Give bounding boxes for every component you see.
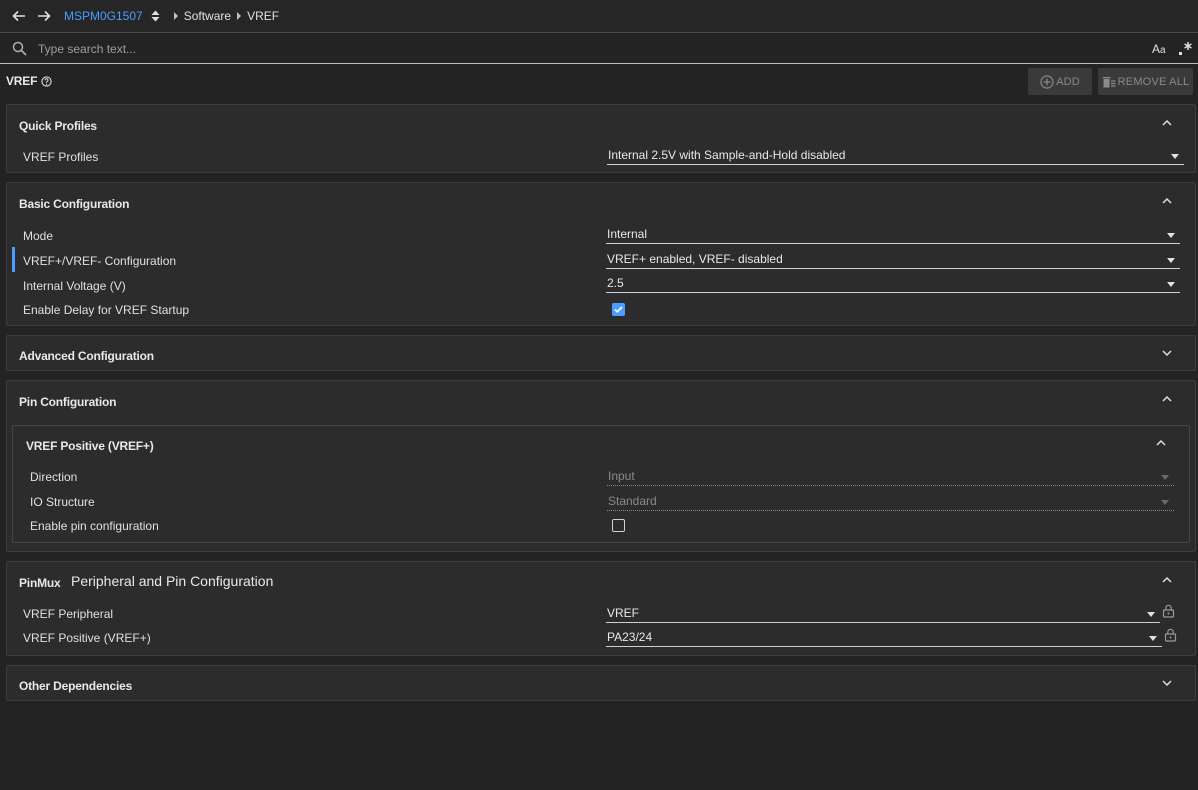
section-subtitle: Peripheral and Pin Configuration [71,573,274,589]
row-label-vref-positive: VREF Positive (VREF+) [23,631,151,645]
chevron-down-icon [1147,612,1155,617]
section-title[interactable]: Basic Configuration [19,197,129,211]
select-internal-voltage[interactable]: 2.5 [606,275,1180,293]
select-value: 2.5 [607,276,624,290]
row-label-vref-profiles: VREF Profiles [23,150,99,164]
match-case-button[interactable]: Aa [1152,42,1166,56]
chevron-up-icon[interactable] [1155,437,1167,449]
regex-icon[interactable] [1176,39,1194,57]
select-vref-peripheral[interactable]: VREF [606,605,1160,623]
device-switch-button[interactable] [151,10,160,22]
section-advanced-configuration: Advanced Configuration [6,335,1196,371]
chevron-down-icon[interactable] [1161,677,1173,689]
section-title[interactable]: Other Dependencies [19,679,132,693]
chevron-up-icon[interactable] [1161,195,1173,207]
top-navigation-bar: MSPM0G1507 Software VREF [0,0,1198,33]
up-down-icon [151,10,160,22]
section-pin-configuration: Pin Configuration VREF Positive (VREF+) … [6,380,1196,552]
chevron-down-icon [1161,500,1169,505]
match-case-icon: A [1152,42,1161,56]
help-icon[interactable] [41,75,52,87]
select-io-structure: Standard [607,493,1174,511]
select-value: VREF+ enabled, VREF- disabled [607,252,783,266]
chevron-down-icon [1167,233,1175,238]
row-label-vref-configuration: VREF+/VREF- Configuration [23,254,177,268]
chevron-up-icon[interactable] [1161,117,1173,129]
page-title: VREF [6,74,52,88]
section-basic-configuration: Basic Configuration Mode Internal VREF+/… [6,182,1196,326]
select-vref-positive-pin[interactable]: PA23/24 [606,629,1162,647]
select-vref-configuration[interactable]: VREF+ enabled, VREF- disabled [606,251,1180,269]
modified-indicator [12,247,15,272]
select-vref-profiles[interactable]: Internal 2.5V with Sample-and-Hold disab… [607,147,1184,165]
section-title[interactable]: Pin Configuration [19,395,116,409]
row-label-internal-voltage: Internal Voltage (V) [23,279,126,293]
row-label-mode: Mode [23,229,54,243]
breadcrumb-separator [237,12,242,20]
page-title-text: VREF [6,74,38,88]
match-case-icon-small: a [1160,45,1166,56]
breadcrumb-item-software[interactable]: Software [184,9,231,23]
select-direction: Input [607,468,1174,486]
device-selector[interactable]: MSPM0G1507 [64,9,143,23]
chevron-up-icon[interactable] [1161,393,1173,405]
section-title[interactable]: PinMux [19,576,61,590]
remove-all-button-label: REMOVE ALL [1117,75,1190,88]
remove-all-button[interactable]: REMOVE ALL [1098,68,1193,95]
section-title[interactable]: Advanced Configuration [19,349,154,363]
breadcrumb-item-vref[interactable]: VREF [247,9,279,23]
row-label-vref-peripheral: VREF Peripheral [23,607,114,621]
row-label-enable-delay: Enable Delay for VREF Startup [23,303,190,317]
checkmark-icon [614,306,623,314]
arrow-left-icon [12,10,25,22]
search-icon [12,41,27,56]
chevron-down-icon [1167,282,1175,287]
chevron-down-icon [1149,636,1157,641]
add-circle-icon [1040,74,1054,89]
subsection-title[interactable]: VREF Positive (VREF+) [26,439,154,453]
add-button[interactable]: ADD [1028,68,1092,95]
row-label-enable-pin-configuration: Enable pin configuration [30,519,159,533]
section-quick-profiles: Quick Profiles VREF Profiles Internal 2.… [6,104,1196,173]
checkbox-enable-delay[interactable] [612,303,625,316]
select-value: Input [608,469,635,483]
remove-all-icon [1102,76,1116,87]
lock-icon[interactable] [1162,604,1175,618]
select-value: VREF [607,606,640,620]
add-button-label: ADD [1056,75,1080,88]
select-value: Internal 2.5V with Sample-and-Hold disab… [608,148,846,162]
row-label-io-structure: IO Structure [30,495,95,509]
chevron-down-icon [1171,154,1179,159]
section-title[interactable]: Quick Profiles [19,119,97,133]
subsection-vref-positive: VREF Positive (VREF+) Direction Input IO… [12,425,1190,543]
search-bar: Aa [0,34,1198,64]
back-button[interactable] [8,5,30,27]
chevron-down-icon [1167,258,1175,263]
chevron-down-icon[interactable] [1161,347,1173,359]
select-value: Standard [608,494,657,508]
select-value: PA23/24 [607,630,653,644]
select-value: Internal [607,227,648,241]
arrow-right-icon [38,10,51,22]
forward-button[interactable] [33,5,55,27]
section-pinmux: PinMux Peripheral and Pin Configuration … [6,561,1196,656]
section-other-dependencies: Other Dependencies [6,665,1196,701]
breadcrumb-separator [173,12,178,20]
row-label-direction: Direction [30,470,78,484]
select-mode[interactable]: Internal [606,226,1180,244]
chevron-up-icon[interactable] [1161,574,1173,586]
chevron-down-icon [1161,475,1169,480]
checkbox-enable-pin-configuration[interactable] [612,519,625,532]
search-input[interactable] [38,40,1118,58]
lock-icon[interactable] [1164,628,1177,642]
